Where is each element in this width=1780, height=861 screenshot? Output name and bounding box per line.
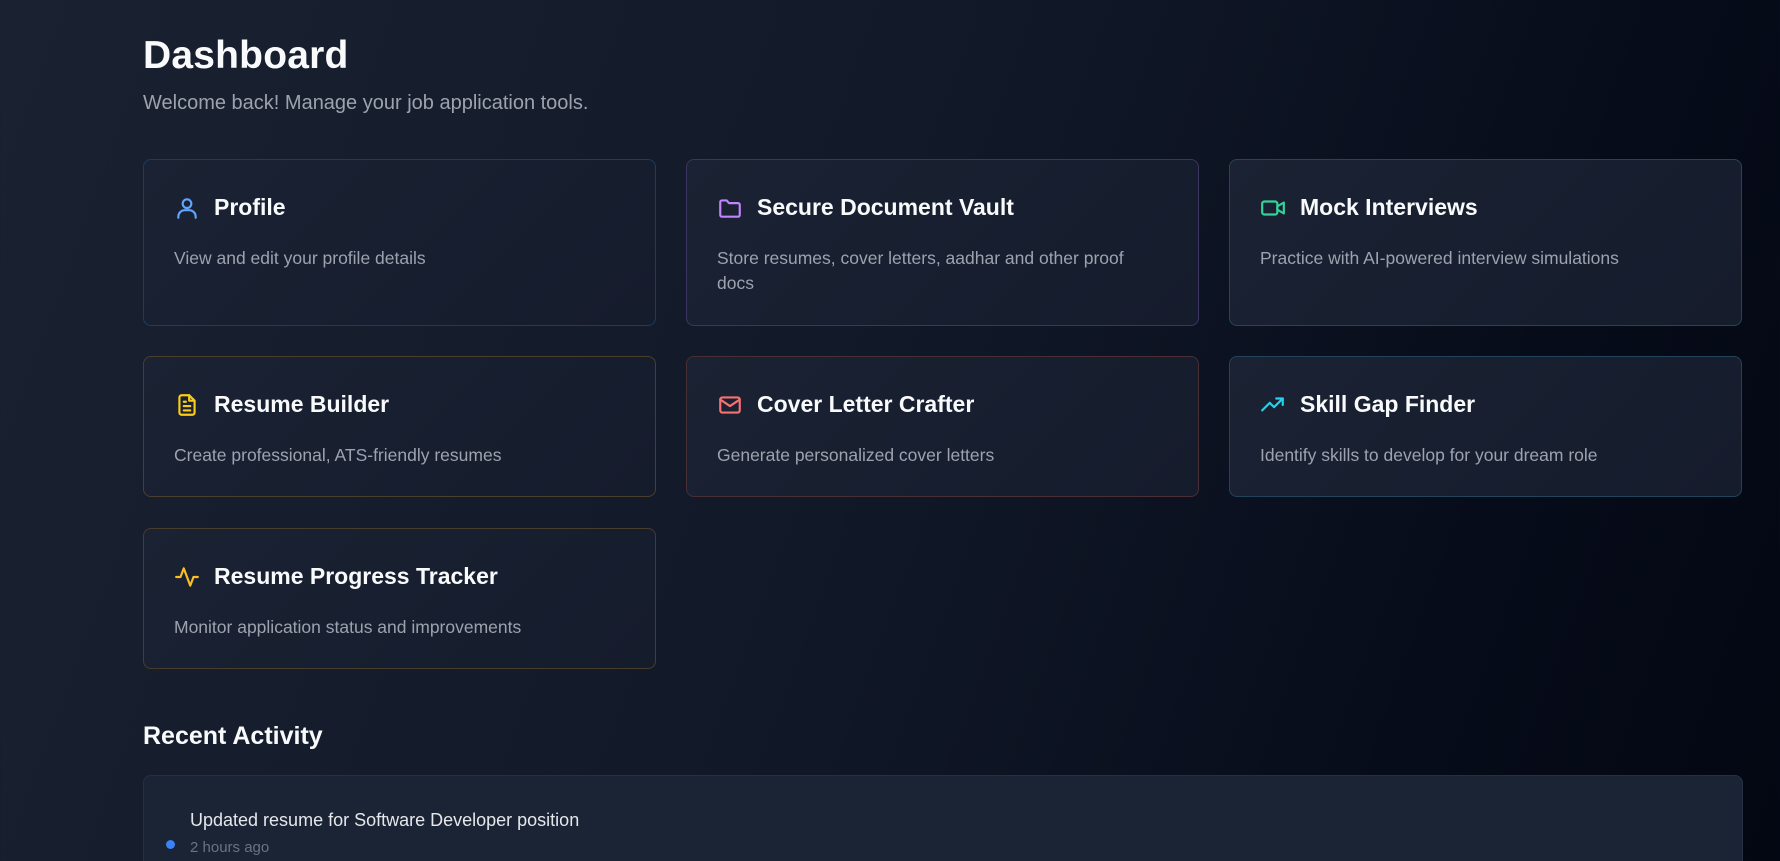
mail-icon xyxy=(717,392,743,418)
card-title: Skill Gap Finder xyxy=(1300,391,1476,417)
card-description: Store resumes, cover letters, aadhar and… xyxy=(717,248,1124,293)
card-description: Identify skills to develop for your drea… xyxy=(1260,445,1598,465)
video-icon xyxy=(1260,195,1286,221)
activity-text: Updated resume for Software Developer po… xyxy=(190,810,580,830)
card-description: View and edit your profile details xyxy=(174,248,426,268)
activity-time: 2 hours ago xyxy=(190,839,270,856)
card-title: Cover Letter Crafter xyxy=(757,391,975,417)
recent-activity-panel: Updated resume for Software Developer po… xyxy=(143,775,1743,861)
card-resume-progress-tracker[interactable]: Resume Progress Tracker Monitor applicat… xyxy=(143,528,656,669)
recent-activity-title: Recent Activity xyxy=(143,722,323,750)
card-resume-builder[interactable]: Resume Builder Create professional, ATS-… xyxy=(143,356,656,497)
folder-icon xyxy=(717,195,743,221)
card-cover-letter-crafter[interactable]: Cover Letter Crafter Generate personaliz… xyxy=(686,356,1199,497)
card-description: Monitor application status and improveme… xyxy=(174,617,522,637)
activity-icon xyxy=(174,564,200,590)
card-description: Practice with AI-powered interview simul… xyxy=(1260,248,1619,268)
card-title: Resume Builder xyxy=(214,391,390,417)
user-icon xyxy=(174,195,200,221)
card-description: Create professional, ATS-friendly resume… xyxy=(174,445,502,465)
page-title: Dashboard xyxy=(143,34,349,77)
trending-up-icon xyxy=(1260,392,1286,418)
card-title: Secure Document Vault xyxy=(757,194,1014,220)
card-skill-gap-finder[interactable]: Skill Gap Finder Identify skills to deve… xyxy=(1229,356,1742,497)
card-mock-interviews[interactable]: Mock Interviews Practice with AI-powered… xyxy=(1229,159,1742,326)
activity-dot xyxy=(166,840,175,849)
card-secure-document-vault[interactable]: Secure Document Vault Store resumes, cov… xyxy=(686,159,1199,326)
card-profile[interactable]: Profile View and edit your profile detai… xyxy=(143,159,656,326)
card-description: Generate personalized cover letters xyxy=(717,445,995,465)
list-item[interactable]: Updated resume for Software Developer po… xyxy=(166,810,579,856)
file-text-icon xyxy=(174,392,200,418)
page-subtitle: Welcome back! Manage your job applicatio… xyxy=(143,92,589,114)
card-title: Profile xyxy=(214,194,286,220)
card-title: Mock Interviews xyxy=(1300,194,1478,220)
card-title: Resume Progress Tracker xyxy=(214,563,498,589)
